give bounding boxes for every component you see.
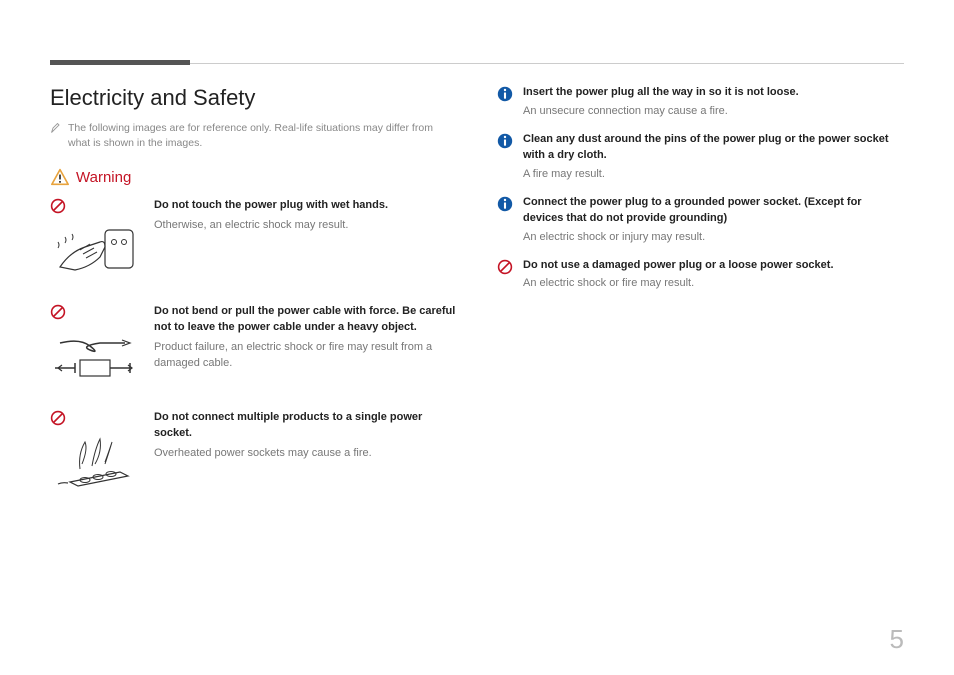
info-text: Do not use a damaged power plug or a loo… [523,258,904,293]
info-icon [497,86,513,102]
info-item: Clean any dust around the pins of the po… [497,132,904,183]
right-column: Insert the power plug all the way in so … [497,85,904,516]
info-item: Do not use a damaged power plug or a loo… [497,258,904,293]
warning-text-column: Do not connect multiple products to a si… [154,410,457,462]
info-icon [497,133,513,149]
info-text: Clean any dust around the pins of the po… [523,132,904,183]
info-text: Insert the power plug all the way in so … [523,85,904,120]
info-bold-text: Do not use a damaged power plug or a loo… [523,258,904,274]
warning-item: Do not touch the power plug with wet han… [50,198,457,282]
warning-item: Do not connect multiple products to a si… [50,410,457,494]
warning-sub-text: Overheated power sockets may cause a fir… [154,446,457,462]
info-bold-text: Insert the power plug all the way in so … [523,85,904,101]
warning-triangle-icon [50,168,70,186]
warning-item: Do not bend or pull the power cable with… [50,304,457,388]
warning-image-column [50,410,140,494]
info-sub-text: A fire may result. [523,167,904,183]
bent-cable-illustration [50,328,140,383]
content-columns: Electricity and Safety The following ima… [50,85,904,516]
pencil-icon [50,122,62,134]
prohibit-icon [50,304,66,320]
prohibit-icon [50,410,66,426]
warning-text-column: Do not touch the power plug with wet han… [154,198,457,234]
warning-header: Warning [50,168,457,186]
info-text: Connect the power plug to a grounded pow… [523,195,904,246]
warning-label: Warning [76,169,131,186]
warning-image-column [50,198,140,282]
info-sub-text: An unsecure connection may cause a fire. [523,104,904,120]
warning-bold-text: Do not bend or pull the power cable with… [154,304,457,336]
prohibit-icon [497,259,513,275]
warning-text-column: Do not bend or pull the power cable with… [154,304,457,372]
prohibit-icon [50,198,66,214]
power-strip-illustration [50,434,140,489]
info-icon [497,196,513,212]
info-item: Insert the power plug all the way in so … [497,85,904,120]
warning-bold-text: Do not touch the power plug with wet han… [154,198,457,214]
left-column: Electricity and Safety The following ima… [50,85,457,516]
page-number: 5 [890,624,904,655]
info-sub-text: An electric shock or fire may result. [523,276,904,292]
warning-image-column [50,304,140,388]
wet-hands-illustration [50,222,140,277]
info-item: Connect the power plug to a grounded pow… [497,195,904,246]
warning-bold-text: Do not connect multiple products to a si… [154,410,457,442]
warning-sub-text: Product failure, an electric shock or fi… [154,340,457,372]
note-text: The following images are for reference o… [68,121,457,150]
info-bold-text: Clean any dust around the pins of the po… [523,132,904,164]
info-bold-text: Connect the power plug to a grounded pow… [523,195,904,227]
header-rule-thick [50,60,190,65]
reference-note: The following images are for reference o… [50,121,457,150]
section-title: Electricity and Safety [50,85,457,111]
info-sub-text: An electric shock or injury may result. [523,230,904,246]
warning-sub-text: Otherwise, an electric shock may result. [154,218,457,234]
